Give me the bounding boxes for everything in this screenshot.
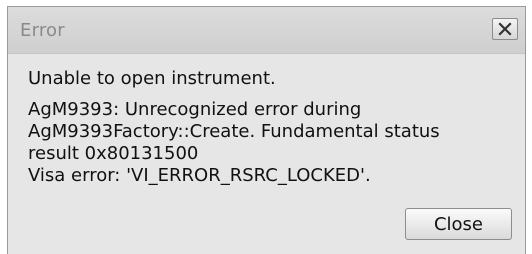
error-headline: Unable to open instrument. bbox=[28, 68, 276, 89]
error-detail-line: AgM9393Factory::Create. Fundamental stat… bbox=[28, 121, 440, 142]
dialog-title: Error bbox=[20, 20, 65, 41]
close-button[interactable]: Close bbox=[405, 208, 512, 240]
error-detail-line: result 0x80131500 bbox=[28, 143, 199, 164]
close-x-icon bbox=[498, 22, 512, 36]
error-detail-line: Visa error: 'VI_ERROR_RSRC_LOCKED'. bbox=[28, 165, 371, 186]
close-x-button[interactable] bbox=[492, 18, 518, 40]
error-detail-line: AgM9393: Unrecognized error during bbox=[28, 99, 362, 120]
dialog-body: Unable to open instrument. AgM9393: Unre… bbox=[8, 54, 525, 254]
error-detail: AgM9393: Unrecognized error during AgM93… bbox=[28, 99, 440, 187]
error-dialog: Error Unable to open instrument. AgM9393… bbox=[7, 6, 526, 254]
dialog-titlebar[interactable]: Error bbox=[8, 7, 525, 54]
